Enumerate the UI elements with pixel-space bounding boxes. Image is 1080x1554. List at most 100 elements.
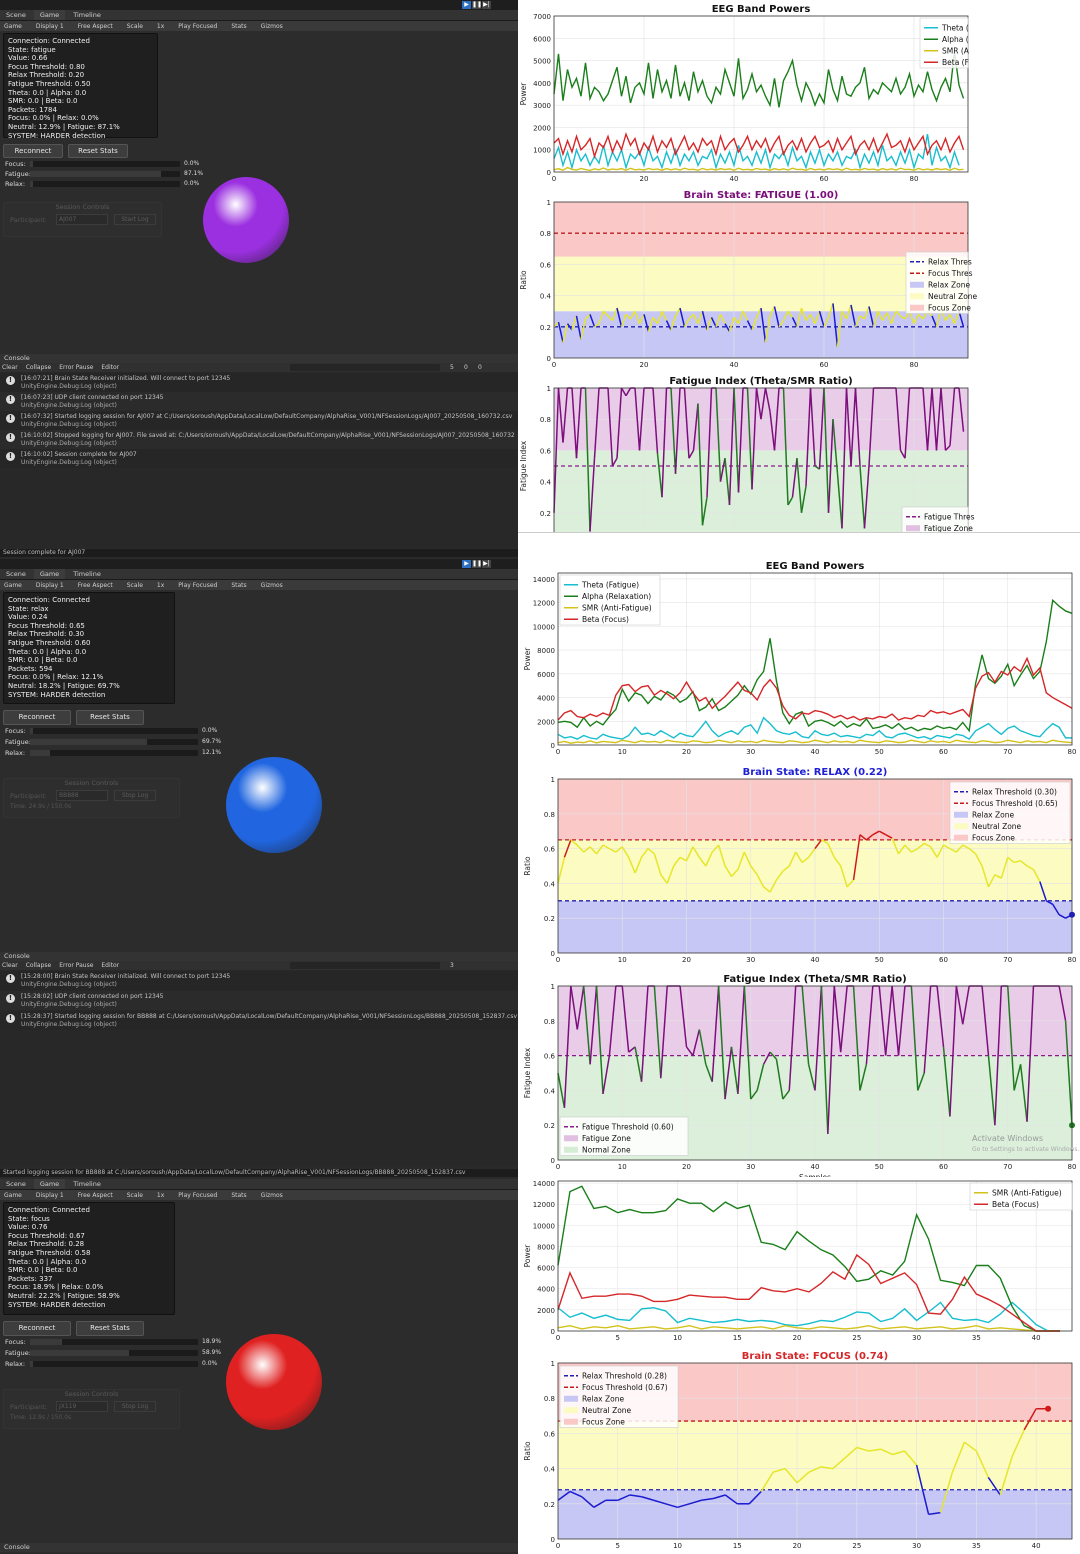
y-axis-label: Fatigue Index [519,440,528,491]
tab-timeline[interactable]: Timeline [67,10,107,20]
reset-stats-button[interactable]: Reset Stats [68,144,128,158]
gizmos-button[interactable]: Gizmos [261,1192,283,1199]
pause-button[interactable]: ❚❚ [472,560,482,568]
reconnect-button[interactable]: Reconnect [3,1321,71,1336]
x-tick-label: 25 [852,1542,861,1550]
display-dropdown[interactable]: Display 1 [36,23,64,30]
console-log-entry[interactable]: ! [16:10:02] Stopped logging for AJ007. F… [0,430,518,449]
play-mode-dropdown[interactable]: Play Focused [178,23,217,30]
console-clear-button[interactable]: Clear [2,961,18,970]
console-log-entry[interactable]: ! [16:07:21] Brain State Receiver initial… [0,373,518,392]
x-tick-label: 20 [793,1542,802,1550]
play-mode-dropdown[interactable]: Play Focused [178,1192,217,1199]
console-log-entry[interactable]: ! [16:07:32] Started logging session for … [0,411,518,430]
step-button[interactable]: ▶| [482,1,491,9]
participant-input[interactable]: JX119 [56,1401,108,1412]
y-tick-label: 1 [551,983,555,991]
relax-zone [558,1489,1072,1539]
console-error-pause-button[interactable]: Error Pause [59,961,93,970]
console-editor-dropdown[interactable]: Editor [101,363,119,372]
tab-timeline[interactable]: Timeline [67,1179,107,1189]
participant-input[interactable]: BB888 [56,790,108,801]
tab-scene[interactable]: Scene [0,1179,32,1189]
tab-scene[interactable]: Scene [0,10,32,20]
console-count[interactable]: 5 [450,363,454,372]
log-message: [16:10:02] Stopped logging for AJ007. Fi… [21,432,515,439]
stats-button[interactable]: Stats [231,23,246,30]
reconnect-button[interactable]: Reconnect [3,144,63,158]
gizmos-button[interactable]: Gizmos [261,582,283,589]
x-tick-label: 10 [673,1542,682,1550]
console-editor-dropdown[interactable]: Editor [101,961,119,970]
tab-timeline[interactable]: Timeline [67,569,107,579]
x-tick-label: 5 [616,1542,620,1550]
play-button[interactable]: ▶ [462,560,471,568]
y-tick-label: 0.2 [544,915,555,923]
info-line: Relax Threshold: 0.30 [8,630,85,639]
y-axis-label: Fatigue Index [523,1047,532,1098]
console-count[interactable]: 3 [450,961,454,970]
series-line [553,166,964,172]
console-count[interactable]: 0 [464,363,468,372]
y-tick-label: 0 [547,355,551,363]
info-line: Theta: 0.0 | Alpha: 0.0 [8,647,87,656]
log-toggle-button[interactable]: Stop Log [114,790,156,801]
game-dropdown[interactable]: Game [4,23,22,30]
series-line [557,1301,1061,1332]
stats-button[interactable]: Stats [231,582,246,589]
info-icon: ! [6,376,15,385]
gizmos-button[interactable]: Gizmos [261,23,283,30]
chart-title: EEG Band Powers [712,4,811,15]
play-mode-dropdown[interactable]: Play Focused [178,582,217,589]
reset-stats-button[interactable]: Reset Stats [76,1321,144,1336]
console-log-entry[interactable]: ! [16:07:23] UDP client connected on port… [0,392,518,411]
tab-game[interactable]: Game [33,569,66,579]
console-clear-button[interactable]: Clear [2,363,18,372]
legend-entry: SMR (A [942,46,970,55]
console-count[interactable]: 0 [478,363,482,372]
game-dropdown[interactable]: Game [4,582,22,589]
play-button[interactable]: ▶ [462,1,471,9]
participant-input[interactable]: AJ007 [56,214,108,225]
display-dropdown[interactable]: Display 1 [36,582,64,589]
y-tick-label: 8000 [537,1243,555,1251]
console-search-input[interactable] [290,962,440,969]
pause-button[interactable]: ❚❚ [472,1,482,9]
x-tick-label: 30 [746,748,755,756]
aspect-dropdown[interactable]: Free Aspect [78,1192,113,1199]
tab-scene[interactable]: Scene [0,569,32,579]
current-value-marker [1045,1405,1052,1412]
display-dropdown[interactable]: Display 1 [36,1192,64,1199]
console-log-entry[interactable]: ! [16:10:02] Session complete for AJ007 Un… [0,449,518,468]
info-line: Neutral: 12.9% | Fatigue: 87.1% [8,122,120,131]
console-collapse-button[interactable]: Collapse [26,363,52,372]
console-log-entry[interactable]: ! [15:28:02] UDP client connected on port… [0,991,518,1010]
series-line [553,133,960,171]
log-toggle-button[interactable]: Stop Log [114,1401,156,1412]
console-search-input[interactable] [290,364,440,371]
reset-stats-button[interactable]: Reset Stats [76,710,144,725]
reconnect-button[interactable]: Reconnect [3,710,71,725]
tab-game[interactable]: Game [33,1179,66,1189]
console-tab[interactable]: Console [0,354,518,363]
console-tab[interactable]: Console [0,952,518,961]
console-log-entry[interactable]: ! [15:28:00] Brain State Receiver initial… [0,971,518,990]
x-tick-label: 60 [820,361,829,369]
tab-game[interactable]: Game [33,10,66,20]
stats-button[interactable]: Stats [231,1192,246,1199]
x-tick-label: 40 [811,1163,820,1171]
x-tick-label: 15 [733,1334,742,1342]
console-tab[interactable]: Console [0,1543,518,1552]
aspect-dropdown[interactable]: Free Aspect [78,582,113,589]
x-tick-label: 0 [552,175,556,183]
status-bar-1: Session complete for AJ007 [0,549,518,557]
aspect-dropdown[interactable]: Free Aspect [78,23,113,30]
legend-entry: Focus Zone [972,833,1015,842]
console-log-entry[interactable]: ! [15:28:37] Started logging session for … [0,1011,518,1030]
console-error-pause-button[interactable]: Error Pause [59,363,93,372]
log-toggle-button[interactable]: Start Log [114,214,156,225]
game-dropdown[interactable]: Game [4,1192,22,1199]
console-collapse-button[interactable]: Collapse [26,961,52,970]
step-button[interactable]: ▶| [482,560,491,568]
log-message: [16:07:32] Started logging session for A… [21,413,513,420]
